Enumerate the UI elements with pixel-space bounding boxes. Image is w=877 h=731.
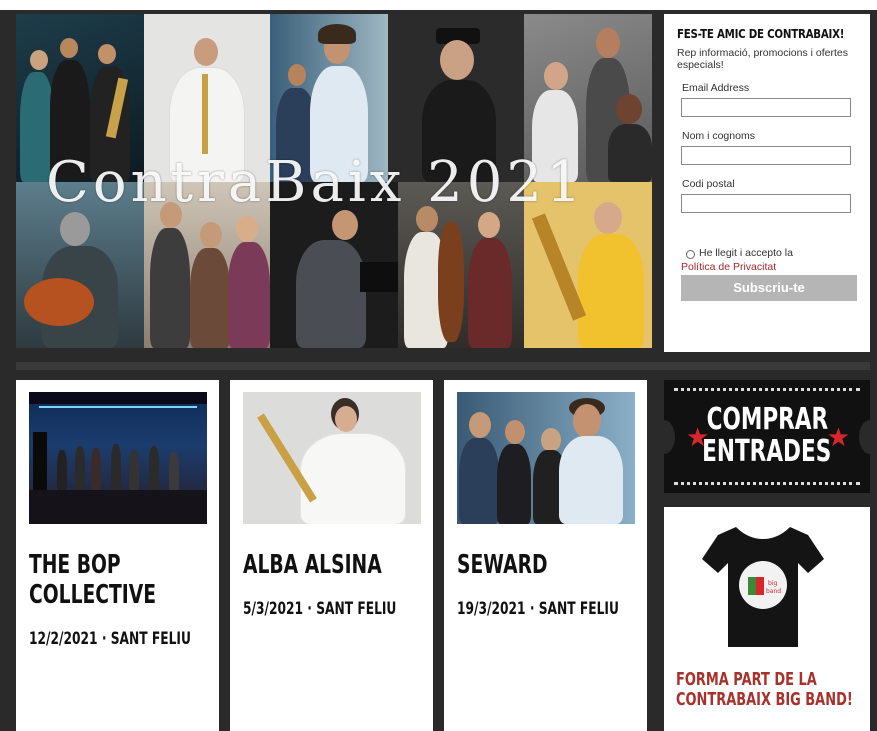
concert-name-line: COLLECTIVE <box>29 580 157 610</box>
concert-date: 12/2/2021 · SANT FELIU <box>29 629 191 649</box>
tickets-line-1-text: COMPRAR <box>706 402 828 437</box>
email-label: Email Address <box>682 82 750 94</box>
postal-code-field[interactable] <box>681 194 851 213</box>
newsletter-subtitle: Rep informació, promocions i ofertes esp… <box>677 47 848 71</box>
concert-image-seward[interactable] <box>457 392 635 524</box>
ticket-border-top <box>674 388 860 391</box>
concert-name[interactable]: SEWARD <box>457 550 644 580</box>
name-field[interactable] <box>681 146 851 165</box>
tickets-line-2-text: ENTRADES <box>702 434 832 469</box>
hero-banner[interactable]: ContraBaix 2021 <box>16 14 652 348</box>
newsletter-form: FES-TE AMIC DE CONTRABAIX! Rep informaci… <box>664 14 870 352</box>
concert-name[interactable]: THE BOP COLLECTIVE <box>29 550 216 610</box>
concert-image-alba-alsina[interactable] <box>243 392 421 524</box>
big-band-promo[interactable]: big band FORMA PART DE LA CONTRABAIX BIG… <box>664 507 870 731</box>
concert-name-line: ALBA ALSINA <box>243 550 382 580</box>
concert-date: 19/3/2021 · SANT FELIU <box>457 599 619 619</box>
concert-card-alba-alsina[interactable]: ALBA ALSINA 5/3/2021 · SANT FELIU <box>230 380 433 731</box>
concert-date: 5/3/2021 · SANT FELIU <box>243 599 397 619</box>
tickets-line-2: ENTRADES <box>664 436 870 468</box>
concert-card-bop-collective[interactable]: THE BOP COLLECTIVE 12/2/2021 · SANT FELI… <box>16 380 219 731</box>
concert-card-seward[interactable]: SEWARD 19/3/2021 · SANT FELIU <box>444 380 647 731</box>
concert-name[interactable]: ALBA ALSINA <box>243 550 430 580</box>
section-divider <box>16 362 870 370</box>
newsletter-title: FES-TE AMIC DE CONTRABAIX! <box>677 26 845 41</box>
tshirt-icon[interactable]: big band <box>698 519 828 649</box>
tickets-line-1: COMPRAR <box>664 404 870 436</box>
concert-name-line: SEWARD <box>457 550 548 580</box>
top-stripe <box>0 0 877 10</box>
promo-line: FORMA PART DE LA <box>676 669 817 690</box>
svg-text:big: big <box>768 580 777 587</box>
privacy-accept-radio[interactable] <box>686 250 695 259</box>
subscribe-button[interactable]: Subscriu-te <box>681 275 857 301</box>
concert-name-line: THE BOP <box>29 550 121 580</box>
concert-image-bop-collective[interactable] <box>29 392 207 524</box>
promo-text[interactable]: FORMA PART DE LA CONTRABAIX BIG BAND! <box>676 670 853 710</box>
svg-text:band: band <box>766 588 781 595</box>
privacy-accept-text: He llegit i accepto la <box>699 247 793 259</box>
promo-line: CONTRABAIX BIG BAND! <box>676 689 853 710</box>
hero-title: ContraBaix 2021 <box>46 150 586 215</box>
email-field[interactable] <box>681 98 851 117</box>
buy-tickets-button[interactable]: ★ ★ COMPRAR ENTRADES <box>653 380 877 493</box>
privacy-policy-link[interactable]: Política de Privacitat <box>681 261 776 273</box>
name-label: Nom i cognoms <box>682 130 755 142</box>
ticket-border-bottom <box>674 482 860 485</box>
postal-code-label: Codi postal <box>682 178 735 190</box>
